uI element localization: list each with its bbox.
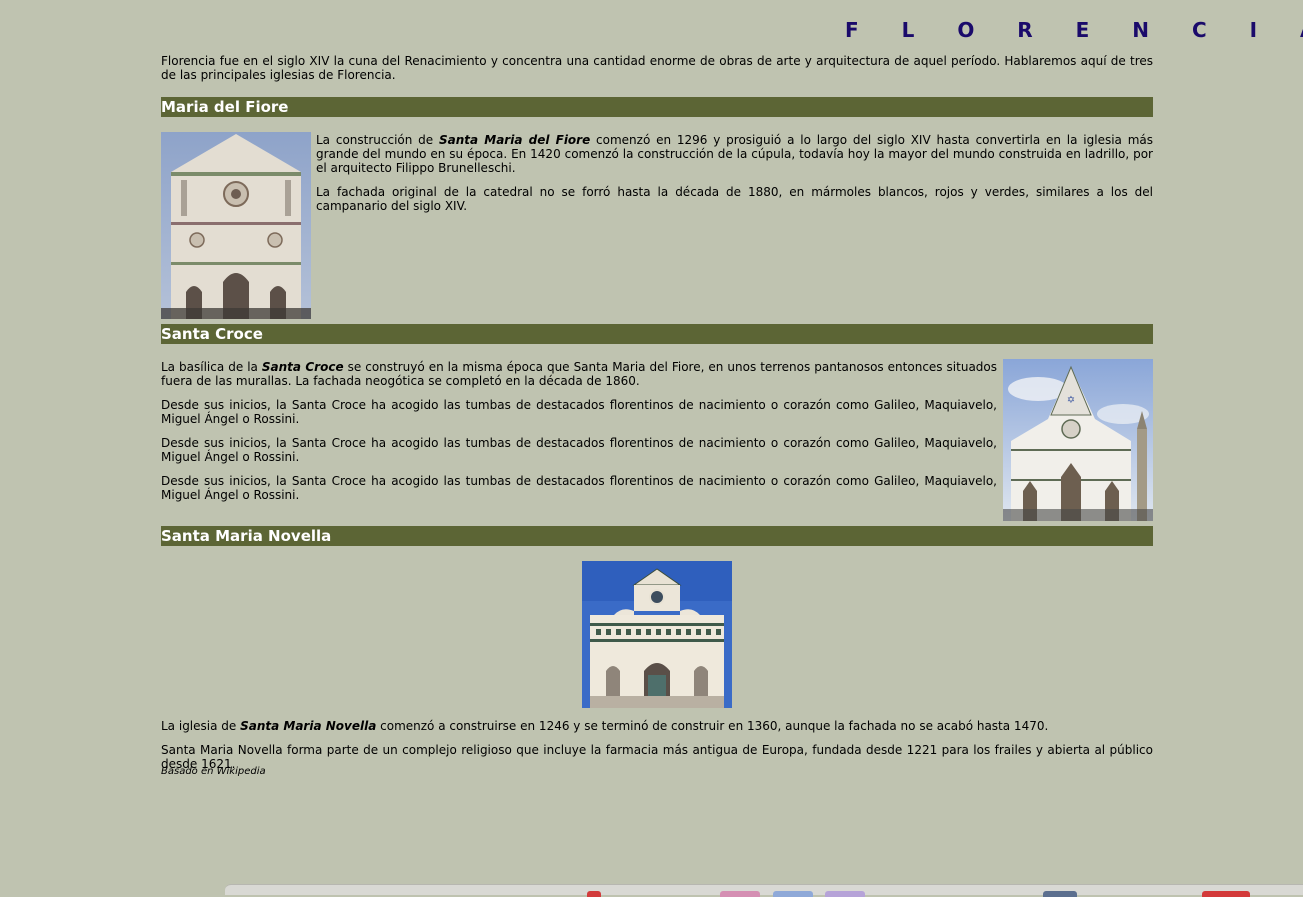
maria-del-fiore-paragraph-1: La construcción de Santa Maria del Fiore… [316, 133, 1153, 175]
section-heading-santa-croce: Santa Croce [161, 324, 1153, 344]
santa-croce-paragraph-1: La basílica de la Santa Croce se constru… [161, 360, 997, 388]
santa-maria-novella-photo [582, 561, 732, 708]
text-run: La construcción de [316, 133, 439, 147]
maria-del-fiore-text: La construcción de Santa Maria del Fiore… [316, 133, 1153, 223]
source-credit: Basado en Wikipedia [161, 766, 266, 777]
emphasis-name: Santa Maria Novella [240, 719, 377, 733]
section-heading-santa-maria-novella: Santa Maria Novella [161, 526, 1153, 546]
dock-app-icon[interactable] [587, 891, 601, 897]
emphasis-name: Santa Maria del Fiore [438, 133, 591, 147]
dock-app-icon[interactable] [1202, 891, 1250, 897]
santa-croce-paragraph-3: Desde sus inicios, la Santa Croce ha aco… [161, 436, 997, 464]
svg-text:✡: ✡ [1067, 395, 1075, 406]
dock-app-icon[interactable] [825, 891, 865, 897]
dock-app-icon[interactable] [720, 891, 760, 897]
santa-croce-text: La basílica de la Santa Croce se constru… [161, 360, 997, 512]
page-title: F L O R E N C I A [845, 18, 1303, 42]
santa-maria-novella-paragraph-1: La iglesia de Santa Maria Novella comenz… [161, 719, 1153, 733]
dock-app-icon[interactable] [773, 891, 813, 897]
text-run: comenzó a construirse en 1246 y se termi… [376, 719, 1049, 733]
emphasis-name: Santa Croce [261, 360, 344, 374]
dock-app-icon[interactable] [1043, 891, 1077, 897]
dock-bar [225, 884, 1303, 897]
santa-croce-paragraph-4: Desde sus inicios, la Santa Croce ha aco… [161, 474, 997, 502]
santa-croce-photo: ✡ [1003, 359, 1153, 521]
section-heading-maria-del-fiore: Maria del Fiore [161, 97, 1153, 117]
maria-del-fiore-paragraph-2: La fachada original de la catedral no se… [316, 185, 1153, 213]
santa-maria-novella-paragraph-2: Santa Maria Novella forma parte de un co… [161, 743, 1153, 771]
text-run: La basílica de la [161, 360, 262, 374]
intro-paragraph: Florencia fue en el siglo XIV la cuna de… [161, 54, 1153, 82]
santa-maria-novella-text: La iglesia de Santa Maria Novella comenz… [161, 719, 1153, 781]
text-run: La iglesia de [161, 719, 241, 733]
santa-croce-paragraph-2: Desde sus inicios, la Santa Croce ha aco… [161, 398, 997, 426]
santa-maria-del-fiore-photo [161, 132, 311, 319]
